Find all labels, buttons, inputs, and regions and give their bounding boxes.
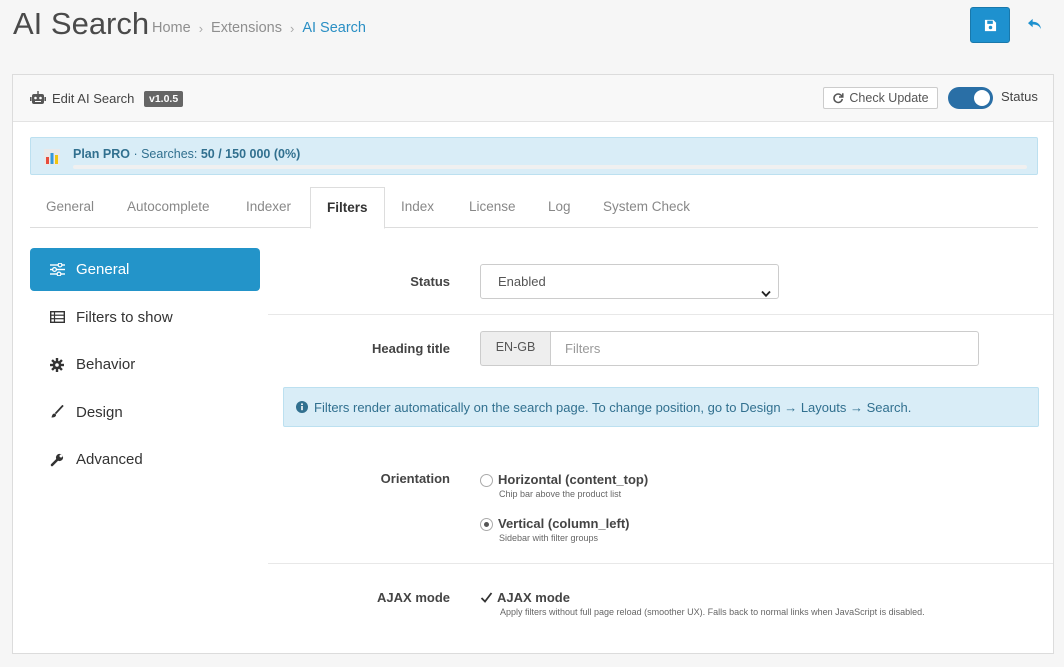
usage-progress [73, 165, 1027, 169]
orientation-option-horizontal[interactable]: Horizontal (content_top) Chip bar above … [480, 472, 648, 499]
status-toggle[interactable] [948, 87, 993, 109]
breadcrumb-separator-icon: › [198, 20, 204, 36]
save-button[interactable] [970, 7, 1010, 43]
edit-panel: Edit AI Search v1.0.5 Check Update Statu… [12, 74, 1054, 654]
sliders-icon [48, 263, 66, 276]
brush-icon [48, 405, 66, 419]
orientation-option-vertical[interactable]: Vertical (column_left) Sidebar with filt… [480, 516, 629, 543]
heading-title-label: Heading title [371, 341, 450, 356]
searches-label: · Searches: [133, 147, 198, 161]
version-badge: v1.0.5 [144, 91, 184, 107]
breadcrumb-extensions[interactable]: Extensions [211, 20, 282, 36]
plan-usage-bar: Plan PRO · Searches: 50 / 150 000 (0%) [30, 137, 1038, 175]
nav-item-label: Behavior [76, 356, 136, 373]
check-update-button[interactable]: Check Update [823, 87, 938, 109]
ajax-mode-checkbox[interactable] [480, 591, 493, 604]
nav-item-design[interactable]: Design [30, 391, 260, 434]
status-field-label: Status [410, 274, 450, 289]
breadcrumb: Home › Extensions › AI Search [152, 20, 366, 36]
wrench-icon [48, 453, 66, 467]
searches-value: 50 / 150 000 (0%) [200, 147, 301, 161]
nav-item-label: General [76, 261, 130, 278]
robot-icon [30, 91, 46, 108]
orientation-label: Orientation [380, 471, 450, 486]
checkmark-icon [480, 592, 493, 603]
option-help: Chip bar above the product list [499, 489, 622, 499]
nav-item-behavior[interactable]: Behavior [30, 343, 260, 386]
heading-title-input[interactable]: Filters [550, 331, 979, 366]
divider [268, 314, 1053, 315]
nav-item-label: Advanced [76, 451, 143, 468]
reply-icon [1027, 18, 1041, 29]
option-help: Apply filters without full page reload (… [500, 607, 925, 617]
horizontal-radio[interactable] [480, 474, 493, 487]
panel-header: Edit AI Search v1.0.5 Check Update Statu… [13, 75, 1053, 122]
heading-title-input-group: EN-GB Filters [480, 331, 979, 366]
tab-filters[interactable]: Filters [310, 187, 385, 229]
status-select[interactable]: Enabled [480, 264, 779, 299]
status-toggle-label: Status [1001, 89, 1038, 104]
back-button[interactable] [1023, 13, 1045, 35]
tab-bar: General Autocomplete Indexer Filters Ind… [30, 187, 1038, 229]
ajax-mode-label: AJAX mode [377, 590, 450, 605]
info-alert: Filters render automatically on the sear… [283, 387, 1039, 427]
chevron-down-icon [761, 277, 771, 310]
option-title: Horizontal (content_top) [498, 472, 649, 487]
info-icon [296, 401, 308, 413]
filters-side-nav: General Filters to show Behavior Design … [30, 248, 260, 486]
info-alert-text: Filters render automatically on the sear… [314, 399, 912, 415]
toggle-knob [974, 90, 990, 106]
language-addon: EN-GB [480, 331, 550, 366]
nav-item-label: Filters to show [76, 308, 173, 326]
refresh-icon [833, 93, 844, 104]
tab-index[interactable]: Index [385, 187, 450, 228]
check-update-label: Check Update [849, 91, 929, 105]
gear-icon [48, 357, 66, 372]
nav-item-general[interactable]: General [30, 248, 260, 291]
plan-text: Plan PRO · Searches: 50 / 150 000 (0%) [73, 147, 300, 161]
ajax-mode-option[interactable]: AJAX mode Apply filters without full pag… [480, 590, 925, 617]
breadcrumb-home[interactable]: Home [152, 20, 191, 36]
tab-log[interactable]: Log [532, 187, 587, 228]
tab-system-check[interactable]: System Check [587, 187, 706, 228]
panel-title: Edit AI Search [52, 91, 135, 106]
bar-chart-icon [44, 149, 60, 168]
option-title: Vertical (column_left) [498, 516, 630, 531]
nav-item-label: Design [76, 403, 123, 421]
table-icon [48, 311, 66, 323]
plan-name: Plan PRO [73, 147, 130, 161]
nav-item-advanced[interactable]: Advanced [30, 438, 260, 481]
nav-item-filters-to-show[interactable]: Filters to show [30, 296, 260, 339]
tab-indexer[interactable]: Indexer [230, 187, 307, 228]
save-icon [984, 19, 996, 31]
option-title: AJAX mode [497, 590, 570, 605]
breadcrumb-separator-icon: › [289, 20, 295, 36]
tab-general[interactable]: General [30, 187, 110, 228]
divider [268, 563, 1053, 564]
tab-license[interactable]: License [453, 187, 532, 228]
option-help: Sidebar with filter groups [499, 533, 599, 543]
status-select-value: Enabled [498, 274, 546, 289]
page-title: AI Search [13, 6, 150, 41]
tab-autocomplete[interactable]: Autocomplete [111, 187, 226, 228]
vertical-radio[interactable] [480, 518, 493, 531]
breadcrumb-current[interactable]: AI Search [302, 20, 366, 36]
